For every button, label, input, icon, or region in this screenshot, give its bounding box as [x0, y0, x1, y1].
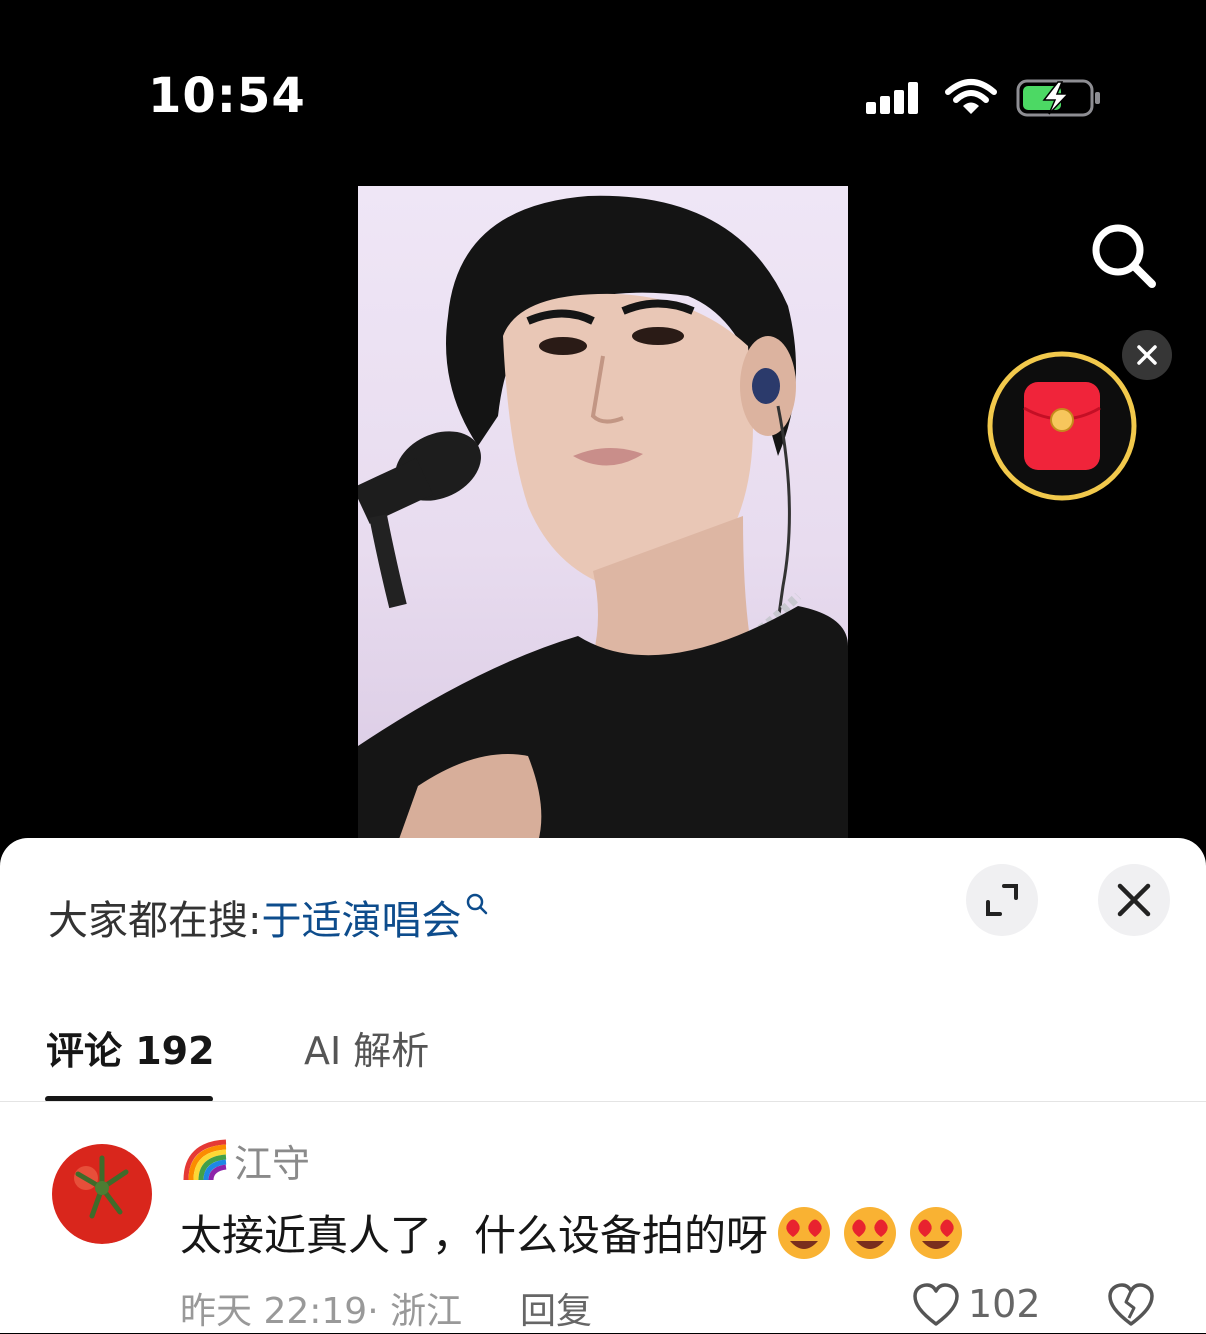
tab-ai-analysis[interactable]: AI 解析	[304, 1020, 429, 1075]
username: 江守	[234, 1141, 311, 1186]
broken-heart-icon[interactable]	[1106, 1282, 1156, 1328]
tabs-divider	[0, 1101, 1206, 1102]
wifi-icon	[945, 79, 997, 114]
heart-outline-icon[interactable]	[912, 1282, 960, 1328]
close-icon	[1137, 345, 1157, 365]
hot-search-bar[interactable]: 大家都在搜:于适演唱会	[48, 888, 489, 946]
search-icon[interactable]	[1086, 218, 1160, 292]
avatar[interactable]	[48, 1136, 156, 1244]
hot-search-label: 大家都在搜:	[48, 898, 262, 944]
tomato-avatar-image	[52, 1144, 152, 1244]
status-bar: 10:54	[0, 0, 1206, 190]
tab-comments[interactable]: 评论 192	[46, 1020, 215, 1075]
comment-author[interactable]: 江守	[180, 1136, 310, 1186]
comment-text: 太接近真人了，什么设备拍的呀	[180, 1202, 966, 1263]
like-count: 102	[968, 1282, 1041, 1326]
reply-button[interactable]: 回复	[520, 1282, 592, 1334]
video-portrait-image	[358, 195, 848, 842]
red-envelope-icon[interactable]	[984, 348, 1140, 504]
hot-search-term[interactable]: 于适演唱会	[261, 898, 461, 944]
cellular-signal-icon	[866, 82, 918, 114]
battery-charging-icon	[1016, 79, 1100, 117]
comment-time-location: 昨天 22:19· 浙江	[180, 1291, 463, 1332]
close-button[interactable]	[1098, 864, 1170, 936]
expand-icon	[986, 884, 1018, 916]
rainbow-icon	[183, 1139, 227, 1181]
heart-eyes-emoji	[778, 1206, 831, 1259]
widget-close-button[interactable]	[1122, 330, 1172, 380]
video-frame[interactable]	[358, 186, 848, 842]
heart-eyes-emoji	[910, 1206, 963, 1259]
comment-body: 太接近真人了，什么设备拍的呀	[180, 1211, 769, 1260]
heart-eyes-emoji	[844, 1206, 897, 1259]
search-small-icon	[467, 893, 488, 915]
status-time: 10:54	[148, 68, 306, 124]
close-icon	[1117, 883, 1151, 917]
expand-button[interactable]	[966, 864, 1038, 936]
